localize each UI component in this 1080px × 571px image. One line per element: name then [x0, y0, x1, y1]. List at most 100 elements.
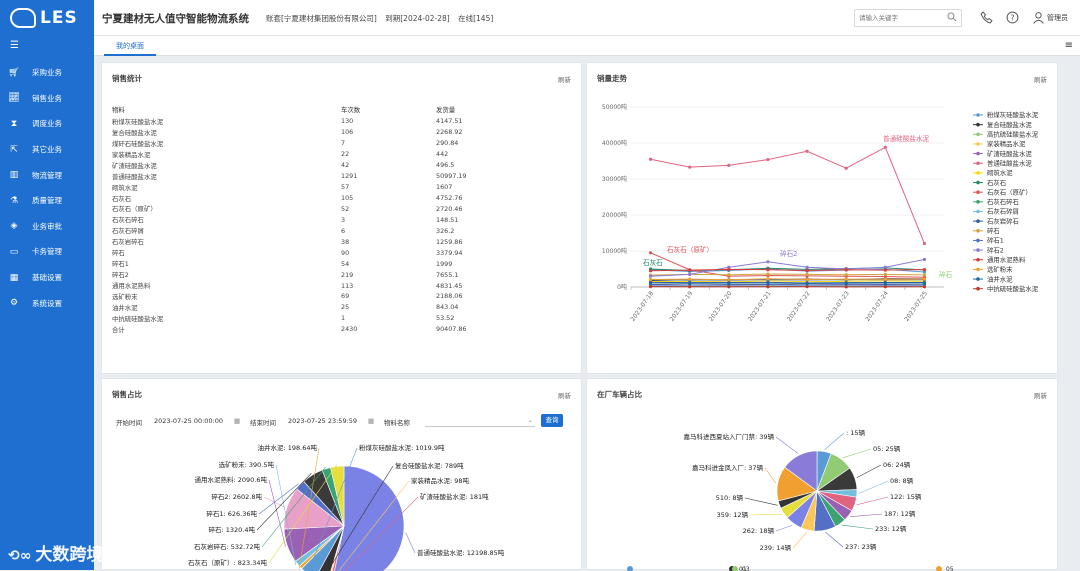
- legend-marker[interactable]: [976, 210, 980, 214]
- data-point: [884, 285, 887, 288]
- sidebar-item-logistics[interactable]: ▥物流管理: [0, 162, 94, 188]
- sidebar-item-other[interactable]: ⇱其它业务: [0, 137, 94, 163]
- data-point: [688, 285, 691, 288]
- legend-item[interactable]: 通用水泥熟料: [987, 255, 1026, 264]
- legend-item[interactable]: 碎石1: [987, 236, 1004, 245]
- sidebar-item-approval[interactable]: ◈业务审批: [0, 214, 94, 240]
- material-cell: 碎石: [112, 247, 341, 258]
- legend-item[interactable]: 复合硅酸盐水泥: [987, 120, 1032, 129]
- legend-marker[interactable]: [976, 200, 980, 204]
- legend-marker[interactable]: [976, 287, 980, 291]
- sidebar-item-cards[interactable]: ▭卡务管理: [0, 239, 94, 265]
- data-point: [884, 146, 887, 149]
- legend-item[interactable]: 中抗硫硅酸盐水泥: [987, 284, 1039, 293]
- label-leader-line: [843, 449, 871, 458]
- legend-item[interactable]: 油井水泥: [987, 274, 1013, 283]
- refresh-button[interactable]: 刷新: [558, 74, 571, 84]
- legend-item[interactable]: 普通硅酸盐水泥: [987, 158, 1032, 167]
- data-point: [923, 258, 926, 261]
- series-line: [651, 281, 925, 282]
- legend-item[interactable]: 碎石2: [987, 245, 1004, 254]
- label-leader-line: [765, 468, 776, 483]
- table-row: 石灰石碎石3148.51: [112, 214, 562, 225]
- legend-marker[interactable]: [976, 113, 980, 117]
- legend-item[interactable]: 粉煤灰硅酸盐水泥: [987, 110, 1039, 119]
- quantity-cell: 2720.46: [436, 204, 562, 215]
- legend-item[interactable]: 石灰石（原矿）: [987, 187, 1032, 196]
- trips-cell: 3: [341, 214, 436, 225]
- legend-marker[interactable]: [976, 142, 980, 146]
- series-annotation: 石灰石: [643, 258, 663, 267]
- sidebar-item-quality[interactable]: ⚗质量管理: [0, 188, 94, 214]
- legend-item[interactable]: 石灰岩碎石: [987, 216, 1019, 225]
- data-point: [727, 273, 730, 276]
- material-cell: 复合硅酸盐水泥: [112, 127, 341, 138]
- legend-marker[interactable]: [976, 133, 980, 137]
- pie-label: 嘉马科进西夏站入厂门禁: 39辆: [683, 432, 774, 441]
- legend-item[interactable]: 矿渣硅酸盐水泥: [987, 149, 1032, 158]
- legend-marker[interactable]: [976, 171, 980, 175]
- panel-title: 销售统计: [112, 73, 142, 84]
- legend-marker[interactable]: [976, 161, 980, 165]
- legend-item[interactable]: 砌筑水泥: [987, 168, 1013, 177]
- data-point: [923, 278, 926, 281]
- legend-item[interactable]: 石灰石: [987, 178, 1006, 187]
- user-icon[interactable]: [1032, 11, 1045, 24]
- pie-label: 嘉马科进金凤入厂: 37辆: [692, 463, 764, 472]
- legend-marker[interactable]: [976, 258, 980, 262]
- pie-label: : 15辆: [846, 428, 866, 437]
- hamburger-menu-icon[interactable]: ≡: [1065, 40, 1073, 51]
- sidebar-item-purchase[interactable]: 🛒︎采购业务: [0, 60, 94, 86]
- legend-marker[interactable]: [976, 277, 980, 281]
- legend-item[interactable]: 03: [742, 566, 750, 571]
- search-input[interactable]: [854, 9, 962, 27]
- legend-marker[interactable]: [976, 123, 980, 127]
- help-icon[interactable]: ?: [1006, 11, 1019, 24]
- legend-item[interactable]: 选矿粉末: [987, 265, 1013, 274]
- legend-marker[interactable]: [976, 268, 980, 272]
- series-line: [651, 147, 925, 243]
- column-header: 车次数: [341, 103, 436, 116]
- column-header: 发货量: [436, 103, 562, 116]
- data-point: [649, 251, 652, 254]
- legend-marker[interactable]: [976, 239, 980, 243]
- hourglass-icon: ⧗: [8, 119, 20, 129]
- data-point: [649, 278, 652, 281]
- label-leader-line: [745, 498, 778, 505]
- search-icon[interactable]: [947, 12, 957, 22]
- legend-item[interactable]: 石灰石碎屑: [987, 207, 1019, 216]
- legend-marker[interactable]: [976, 219, 980, 223]
- legend-item[interactable]: 碎石: [987, 226, 1000, 235]
- legend-marker[interactable]: [936, 566, 942, 571]
- table-row: 普通硅酸盐水泥129150997.19: [112, 171, 562, 182]
- legend-marker[interactable]: [627, 566, 633, 571]
- phone-icon[interactable]: [980, 11, 993, 24]
- online-count: 在线[145]: [458, 14, 493, 23]
- quantity-cell: 1999: [436, 258, 562, 269]
- sidebar-item-system-settings[interactable]: ⚙系统设置: [0, 290, 94, 316]
- legend-marker[interactable]: [976, 181, 980, 185]
- app-logo[interactable]: LES: [10, 6, 78, 30]
- material-cell: 碎石2: [112, 269, 341, 280]
- legend-marker[interactable]: [976, 229, 980, 233]
- trips-cell: 90: [341, 247, 436, 258]
- legend-marker[interactable]: [976, 190, 980, 194]
- data-point: [727, 278, 730, 281]
- legend-item[interactable]: 05: [946, 566, 954, 571]
- legend-marker[interactable]: [976, 248, 980, 252]
- user-name[interactable]: 管理员: [1047, 13, 1068, 23]
- pie-label: 08: 8辆: [890, 476, 914, 485]
- sidebar-item-label: 系统设置: [32, 298, 62, 309]
- legend-item[interactable]: 家装精品水泥: [987, 139, 1026, 148]
- menu-toggle-icon[interactable]: ☰: [10, 40, 19, 51]
- legend-item[interactable]: 石灰石碎石: [987, 197, 1019, 206]
- legend-marker[interactable]: [976, 152, 980, 156]
- sidebar-item-basic-settings[interactable]: ▦基础设置: [0, 265, 94, 291]
- legend-item[interactable]: 高抗硫硅酸盐水泥: [987, 130, 1039, 139]
- data-point: [766, 272, 769, 275]
- sidebar-item-label: 采购业务: [32, 67, 62, 78]
- sidebar-item-sales[interactable]: 📈︎销售业务: [0, 86, 94, 112]
- sidebar-item-dispatch[interactable]: ⧗调度业务: [0, 111, 94, 137]
- tab-my-desktop[interactable]: 我的桌面: [104, 36, 156, 56]
- material-cell: 石灰石碎石: [112, 214, 341, 225]
